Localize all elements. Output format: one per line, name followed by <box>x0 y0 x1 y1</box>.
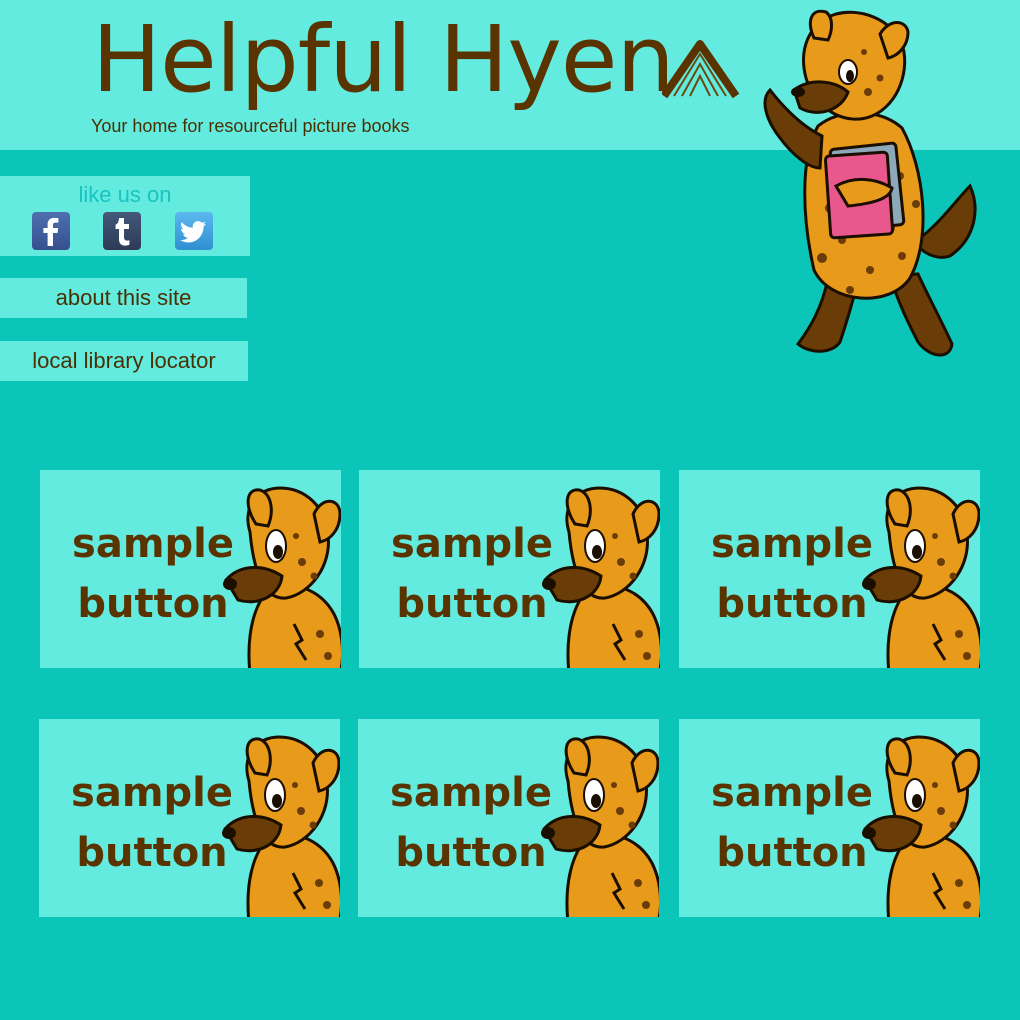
sample-button-label: sample button <box>58 514 248 634</box>
sample-button-label-line2: button <box>77 581 229 627</box>
sample-button-label-line1: sample <box>72 521 234 567</box>
open-book-icon <box>662 40 740 99</box>
sample-button-label-line1: sample <box>391 521 553 567</box>
sample-button-label: sample button <box>697 763 887 883</box>
site-tagline: Your home for resourceful picture books <box>91 116 410 136</box>
sample-button-5[interactable]: sample button <box>358 719 659 917</box>
sample-button-label-line1: sample <box>71 770 233 816</box>
site-title: Helpful Hyen <box>92 6 675 113</box>
twitter-icon[interactable] <box>175 212 213 250</box>
sample-button-3[interactable]: sample button <box>679 470 980 668</box>
social-label: like us on <box>78 182 172 207</box>
sample-button-label-line1: sample <box>711 521 873 567</box>
about-this-site-button[interactable]: about this site <box>0 278 247 318</box>
local-library-locator-button[interactable]: local library locator <box>0 341 248 381</box>
sample-button-label-line2: button <box>395 830 547 876</box>
sample-button-label: sample button <box>376 763 566 883</box>
sample-button-label-line2: button <box>396 581 548 627</box>
social-links-panel: like us on <box>0 176 250 256</box>
sample-button-label-line1: sample <box>390 770 552 816</box>
sample-button-label: sample button <box>377 514 567 634</box>
sample-button-label-line2: button <box>716 830 868 876</box>
sample-button-label: sample button <box>697 514 887 634</box>
sample-button-1[interactable]: sample button <box>40 470 341 668</box>
hyena-mascot-illustration <box>763 9 977 357</box>
sample-button-2[interactable]: sample button <box>359 470 660 668</box>
sample-button-label-line2: button <box>76 830 228 876</box>
sample-button-4[interactable]: sample button <box>39 719 340 917</box>
sample-button-label-line2: button <box>716 581 868 627</box>
sample-button-label: sample button <box>57 763 247 883</box>
sample-button-6[interactable]: sample button <box>679 719 980 917</box>
tumblr-icon[interactable] <box>103 212 141 250</box>
facebook-icon[interactable] <box>32 212 70 250</box>
sample-button-label-line1: sample <box>711 770 873 816</box>
